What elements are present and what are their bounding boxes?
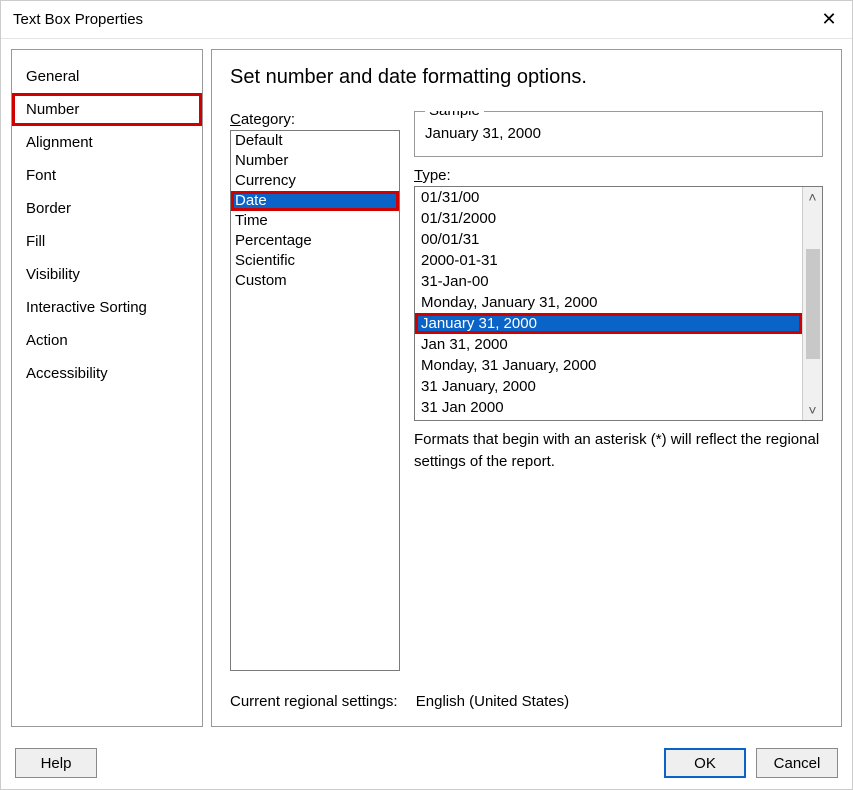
sample-value: January 31, 2000 [425,125,812,142]
scroll-thumb[interactable] [806,249,820,359]
nav-item-accessibility[interactable]: Accessibility [12,357,202,390]
text-box-properties-dialog: Text Box Properties ✕ GeneralNumberAlign… [0,0,853,790]
type-item[interactable]: 2000-01-31 [415,250,802,271]
page-heading: Set number and date formatting options. [230,66,823,89]
cancel-button[interactable]: Cancel [756,748,838,778]
type-list[interactable]: 01/31/0001/31/200000/01/312000-01-3131-J… [415,187,802,420]
category-item[interactable]: Date [231,191,399,211]
titlebar: Text Box Properties ✕ [1,1,852,39]
nav-item-action[interactable]: Action [12,324,202,357]
nav-item-interactive-sorting[interactable]: Interactive Sorting [12,291,202,324]
scrollbar[interactable]: ˄ ˅ [802,187,822,420]
category-label: Category: [230,111,400,128]
category-item[interactable]: Percentage [231,231,399,251]
type-item[interactable]: 31-Jan-00 [415,271,802,292]
category-item[interactable]: Currency [231,171,399,191]
regional-value: English (United States) [416,693,569,710]
regional-settings: Current regional settings: English (Unit… [230,693,823,710]
scroll-down-icon[interactable]: ˅ [808,402,816,418]
type-item[interactable]: Monday, January 31, 2000 1:30:00 PM [415,418,802,420]
type-item[interactable]: Monday, January 31, 2000 [415,292,802,313]
nav-item-general[interactable]: General [12,60,202,93]
help-button[interactable]: Help [15,748,97,778]
dialog-title: Text Box Properties [13,11,818,28]
nav-item-font[interactable]: Font [12,159,202,192]
ok-button[interactable]: OK [664,748,746,778]
type-item[interactable]: 01/31/00 [415,187,802,208]
type-item[interactable]: Jan 31, 2000 [415,334,802,355]
category-item[interactable]: Default [231,131,399,151]
category-list[interactable]: DefaultNumberCurrencyDateTimePercentageS… [230,130,400,671]
nav-panel: GeneralNumberAlignmentFontBorderFillVisi… [11,49,203,727]
regional-label: Current regional settings: [230,693,398,710]
type-item[interactable]: 00/01/31 [415,229,802,250]
nav-item-visibility[interactable]: Visibility [12,258,202,291]
type-item[interactable]: 31 Jan 2000 [415,397,802,418]
nav-item-number[interactable]: Number [12,93,202,126]
nav-item-alignment[interactable]: Alignment [12,126,202,159]
sample-box: Sample January 31, 2000 [414,111,823,157]
category-item[interactable]: Time [231,211,399,231]
type-item[interactable]: January 31, 2000 [415,313,802,334]
format-note: Formats that begin with an asterisk (*) … [414,429,823,473]
type-item[interactable]: Monday, 31 January, 2000 [415,355,802,376]
category-item[interactable]: Number [231,151,399,171]
category-item[interactable]: Scientific [231,251,399,271]
dialog-footer: Help OK Cancel [1,737,852,789]
nav-item-border[interactable]: Border [12,192,202,225]
category-item[interactable]: Custom [231,271,399,291]
type-item[interactable]: 01/31/2000 [415,208,802,229]
scroll-up-icon[interactable]: ˄ [808,189,816,205]
dialog-body: GeneralNumberAlignmentFontBorderFillVisi… [1,39,852,737]
detail-column: Sample January 31, 2000 Type: 01/31/0001… [414,111,823,671]
sample-label: Sample [425,111,484,119]
type-list-wrap: 01/31/0001/31/200000/01/312000-01-3131-J… [414,186,823,421]
close-icon[interactable]: ✕ [818,9,840,31]
category-column: Category: DefaultNumberCurrencyDateTimeP… [230,111,400,671]
type-item[interactable]: 31 January, 2000 [415,376,802,397]
type-label: Type: [414,167,823,184]
nav-item-fill[interactable]: Fill [12,225,202,258]
content-row: Category: DefaultNumberCurrencyDateTimeP… [230,111,823,671]
content-panel: Set number and date formatting options. … [211,49,842,727]
